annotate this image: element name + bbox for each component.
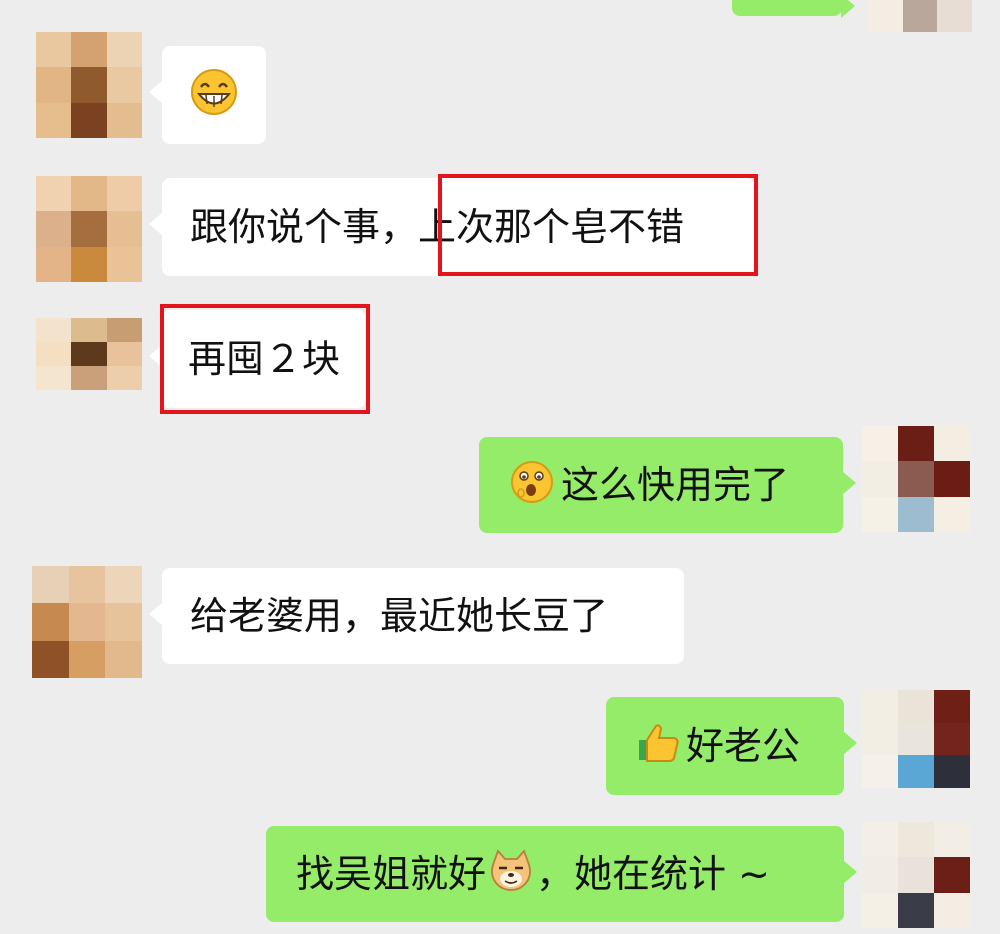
grinning-face-icon: [189, 67, 239, 123]
message-text: 找吴姐就好: [296, 852, 487, 896]
message-text: 再囤２块: [188, 337, 341, 381]
message-bubble[interactable]: 跟你说个事， 上次那个皂不错: [149, 178, 754, 276]
surprised-face-icon: [509, 459, 555, 511]
doge-icon: [488, 848, 534, 900]
thumbs-up-icon: [636, 720, 682, 772]
avatar-contact[interactable]: [36, 318, 142, 390]
message-bubble-partial[interactable]: [732, 0, 855, 18]
message-bubble[interactable]: 好老公: [606, 697, 857, 795]
message-bubble[interactable]: [149, 46, 266, 144]
avatar-self[interactable]: [868, 0, 972, 32]
message-text: 好老公: [686, 724, 801, 768]
message-text: ，她在统计 ~: [536, 852, 770, 896]
message-bubble[interactable]: 找吴姐就好 ，她在统计 ~: [266, 826, 857, 922]
message-bubble[interactable]: 这么快用完了: [479, 437, 856, 533]
avatar-contact[interactable]: [36, 176, 142, 282]
message-text: 跟你说个事，: [190, 205, 419, 249]
message-text: 这么快用完了: [561, 463, 790, 507]
avatar-self[interactable]: [862, 822, 970, 928]
chat-window: 跟你说个事， 上次那个皂不错 再囤２块 这么快用完了 给老婆用，最近她长豆了 好…: [0, 0, 1000, 934]
avatar-self[interactable]: [862, 690, 970, 788]
avatar-contact[interactable]: [36, 32, 142, 138]
message-text-highlighted: 上次那个皂不错: [418, 205, 685, 249]
avatar-contact[interactable]: [32, 566, 142, 678]
avatar-self[interactable]: [862, 426, 970, 532]
message-bubble[interactable]: 给老婆用，最近她长豆了: [149, 568, 684, 664]
message-bubble[interactable]: 再囤２块: [149, 310, 366, 408]
message-text: 给老婆用，最近她长豆了: [190, 594, 609, 638]
